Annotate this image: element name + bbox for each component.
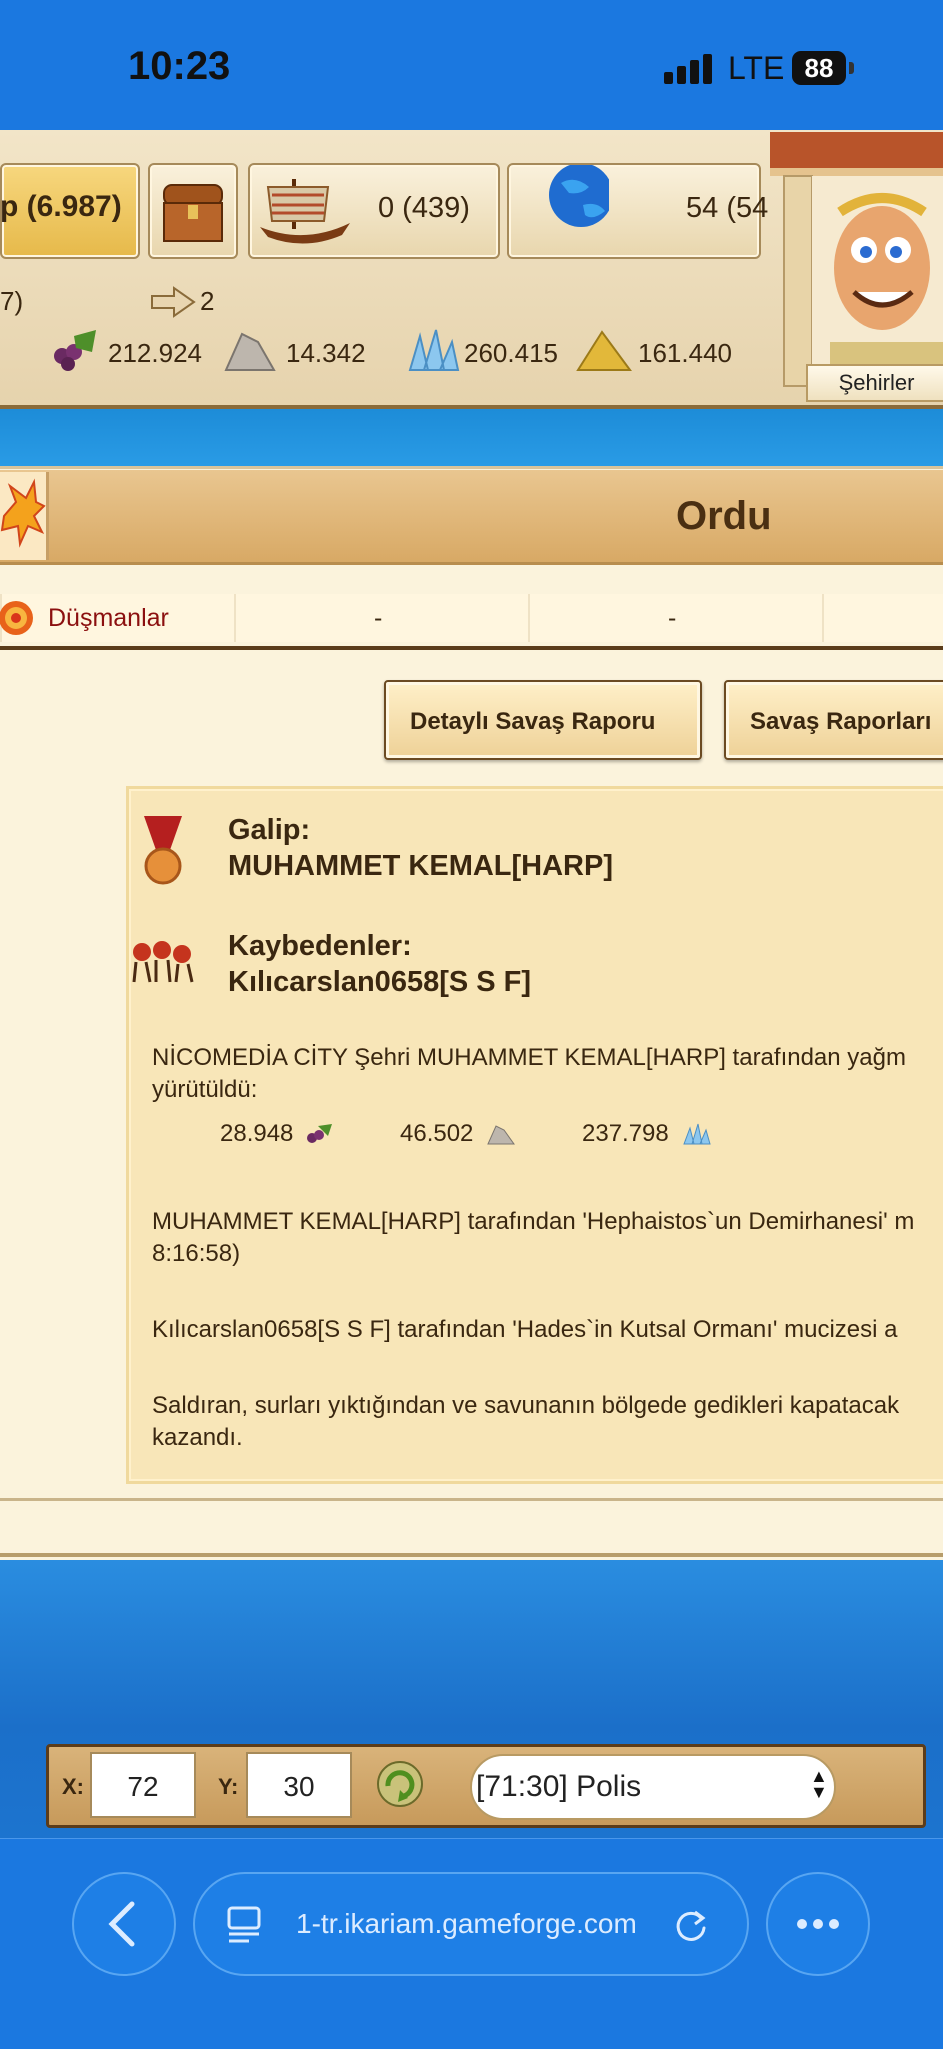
walls-text-line1: Saldıran, surları yıktığından ve savunan… [152, 1392, 900, 1419]
url-text: 1-tr.ikariam.gameforge.com [296, 1908, 637, 1939]
y-coordinate-input[interactable]: 30 [246, 1752, 352, 1818]
wine-amount: 212.924 [108, 338, 202, 368]
miracle1-text-line1: MUHAMMET KEMAL[HARP] tarafından 'Hephais… [152, 1208, 915, 1235]
divider [0, 1553, 943, 1557]
more-options-button[interactable] [766, 1872, 870, 1976]
network-type: LTE [728, 50, 785, 86]
fallen-soldiers-icon [132, 941, 194, 983]
enemies-label: Düşmanlar [48, 604, 169, 632]
miracle2-text: Kılıcarslan0658[S S F] tarafından 'Hades… [152, 1316, 898, 1343]
loot-marble-amount: 46.502 [400, 1120, 474, 1147]
pillage-text-line1: NİCOMEDİA CİTY Şehri MUHAMMET KEMAL[HARP… [152, 1044, 906, 1071]
sulfur-amount: 161.440 [638, 338, 732, 368]
winner-name: MUHAMMET KEMAL[HARP] [228, 850, 614, 882]
losers-label: Kaybedenler: [228, 930, 412, 962]
crystal-amount: 260.415 [464, 338, 558, 368]
go-to-coordinates-icon[interactable] [374, 1758, 426, 1810]
crystal-icon [683, 1123, 711, 1145]
chevron-left-icon [108, 1901, 135, 1947]
sulfur-icon [576, 330, 632, 371]
winner-label: Galip: [228, 814, 311, 846]
ships-count: 0 (439) [378, 192, 470, 224]
score-value: 54 (54 [686, 192, 769, 224]
loot-crystal-amount: 237.798 [582, 1120, 669, 1147]
wine-grapes-icon [54, 330, 96, 371]
back-button[interactable] [72, 1872, 176, 1976]
enemies-cell-3 [822, 594, 943, 642]
miracle1-text-line2: 8:16:58) [152, 1240, 241, 1267]
advisor-portrait[interactable] [770, 132, 943, 402]
gold-amount: p (6.987) [0, 190, 122, 223]
title-icon-box [0, 472, 49, 560]
detailed-battle-report-button[interactable]: Detaylı Savaş Raporu [384, 680, 702, 760]
page-settings-icon [227, 1906, 261, 1943]
ship-icon [260, 179, 350, 244]
globe-icon [549, 163, 613, 227]
more-dots-icon [797, 1919, 839, 1929]
reload-icon[interactable] [671, 1904, 711, 1944]
walls-text-line2: kazandı. [152, 1424, 243, 1451]
premium-chest-button[interactable] [148, 163, 238, 259]
transport-arrow-icon [151, 286, 196, 318]
page-title: Ordu [676, 494, 772, 538]
treasure-chest-icon [163, 184, 223, 242]
marble-icon [224, 332, 276, 371]
divider [0, 646, 943, 650]
city-select-value: [71:30] Polis [476, 1770, 642, 1803]
cities-advisor-label[interactable]: Şehirler [806, 364, 943, 402]
signal-strength-icon [664, 54, 714, 84]
pillage-text-line2: yürütüldü: [152, 1076, 258, 1103]
marble-icon [487, 1125, 515, 1145]
crystal-icon [408, 329, 460, 371]
x-coordinate-input[interactable]: 72 [90, 1752, 196, 1818]
select-chevron-icon: ▲ ▼ [810, 1766, 828, 1802]
y-label: Y: [218, 1774, 239, 1799]
marble-amount: 14.342 [286, 338, 366, 368]
panel-title-bar [0, 470, 943, 565]
battery-tip [849, 62, 854, 74]
x-label: X: [62, 1774, 84, 1799]
battle-reports-button[interactable]: Savaş Raporları [724, 680, 943, 760]
explosion-icon [0, 478, 46, 548]
sea-background [0, 409, 943, 469]
loser-name: Kılıcarslan0658[S S F] [228, 966, 532, 998]
battery-icon: 88 [792, 51, 846, 85]
enemies-value-1: - [374, 604, 383, 632]
wine-grapes-icon [307, 1124, 332, 1143]
transport-count: 2 [200, 286, 215, 316]
loot-wine-amount: 28.948 [220, 1120, 294, 1147]
panel-footer [0, 1501, 943, 1555]
medal-icon [144, 816, 182, 885]
row2-left-value: 7) [0, 286, 24, 316]
enemies-value-2: - [668, 604, 677, 632]
status-time: 10:23 [128, 44, 231, 88]
enemy-target-icon [0, 601, 33, 635]
